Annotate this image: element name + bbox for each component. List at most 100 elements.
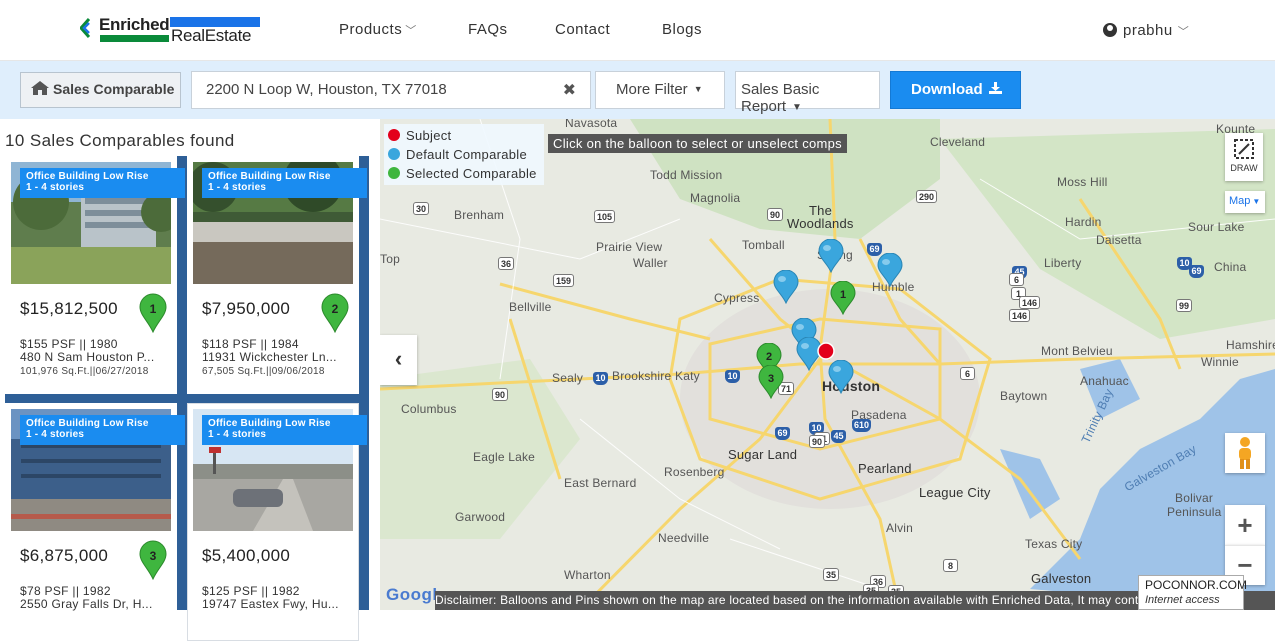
comparable-card[interactable]: Office Building Low Rise 1 - 4 stories $6…	[5, 403, 185, 641]
route-shield: 35	[823, 568, 840, 581]
chevron-down-icon: ﹀	[405, 25, 417, 37]
route-shield: 99	[1176, 299, 1193, 312]
property-address: 480 N Sam Houston P...	[20, 350, 155, 364]
property-type-tag: Office Building Low Rise 1 - 4 stories	[20, 415, 185, 445]
map-label: Prairie View	[596, 240, 663, 254]
property-address: 2550 Gray Falls Dr, H...	[20, 597, 153, 611]
selected-pin-icon[interactable]: 2	[320, 293, 350, 333]
map-legend: Subject Default Comparable Selected Comp…	[384, 124, 544, 185]
route-shield: 105	[594, 210, 616, 223]
close-icon[interactable]: ✖	[563, 80, 576, 100]
map-label: League City	[919, 485, 991, 500]
map-label: Garwood	[455, 510, 506, 524]
report-type-select[interactable]: Sales Basic Report ▼	[735, 71, 880, 115]
legend-default-label: Default Comparable	[406, 147, 528, 162]
route-shield: 10	[593, 372, 608, 385]
sale-price: $7,950,000	[202, 299, 291, 318]
nav-faqs[interactable]: FAQs	[468, 21, 508, 38]
map-label: Pearland	[858, 461, 912, 476]
caret-down-icon: ▼	[1252, 197, 1261, 206]
route-shield: 6	[1009, 273, 1024, 286]
zoom-in-button[interactable]: +	[1225, 505, 1265, 545]
route-shield: 69	[775, 427, 790, 440]
map-label: Cleveland	[930, 135, 986, 149]
map-label: Liberty	[1044, 256, 1082, 270]
selected-pin-icon	[388, 167, 400, 179]
route-shield: 146	[1019, 296, 1041, 309]
nav-products[interactable]: Products ﹀	[339, 21, 417, 38]
selected-pin-icon[interactable]: 3	[138, 540, 168, 580]
comparables-map[interactable]: Navasota Cleveland Todd Mission Moss Hil…	[380, 119, 1275, 610]
default-comparable-pin[interactable]	[877, 253, 903, 287]
route-shield: 69	[1189, 265, 1204, 278]
brand-name-line1: Enriched	[99, 15, 170, 34]
brand-bar-green	[100, 35, 169, 42]
route-shield: 159	[553, 274, 575, 287]
nav-contact-label: Contact	[555, 21, 611, 38]
user-name: prabhu	[1123, 22, 1173, 39]
legend-subject-label: Subject	[406, 128, 452, 143]
map-label: Eagle Lake	[473, 450, 536, 464]
nav-blogs[interactable]: Blogs	[662, 21, 702, 38]
pin-number: 1	[840, 289, 846, 301]
comparable-card[interactable]: Office Building Low Rise 1 - 4 stories $1…	[5, 156, 185, 394]
report-type-value: Sales Basic Report	[741, 81, 820, 115]
address-search-value: 2200 N Loop W, Houston, TX 77018	[206, 81, 447, 98]
map-label: Todd Mission	[650, 168, 723, 182]
user-icon	[1103, 23, 1117, 37]
top-nav: Enriched RealEstate Products ﹀ FAQs Conta…	[0, 0, 1275, 61]
more-filter-dropdown[interactable]: More Filter ▼	[595, 71, 725, 109]
property-address: 11931 Wickchester Ln...	[202, 350, 337, 364]
property-type: Office Building Low Rise	[26, 418, 149, 429]
property-subtype: 1 - 4 stories	[208, 182, 267, 193]
more-filter-label: More Filter	[616, 81, 688, 98]
route-shield: 90	[809, 435, 826, 448]
legend-default: Default Comparable	[388, 145, 540, 164]
map-label: Sour Lake	[1188, 220, 1245, 234]
comparable-card[interactable]: Office Building Low Rise 1 - 4 stories $7…	[187, 156, 367, 394]
brand-logo[interactable]: Enriched RealEstate	[80, 14, 262, 46]
draw-tool-button[interactable]: DRAW	[1225, 133, 1263, 181]
pin-number: 2	[766, 351, 772, 363]
selected-pin-icon[interactable]: 1	[138, 293, 168, 333]
property-type-tag: Office Building Low Rise 1 - 4 stories	[202, 415, 367, 445]
download-button[interactable]: Download	[890, 71, 1021, 109]
map-label: Moss Hill	[1057, 175, 1108, 189]
route-shield: 30	[413, 202, 430, 215]
route-shield: 8	[943, 559, 958, 572]
map-label: China	[1214, 260, 1247, 274]
map-label: Brenham	[454, 208, 505, 222]
subject-marker[interactable]	[817, 342, 835, 360]
map-type-select[interactable]: Map ▼	[1225, 191, 1265, 213]
property-subtype: 1 - 4 stories	[208, 429, 267, 440]
default-comparable-pin[interactable]	[828, 360, 854, 394]
map-label: Peninsula	[1167, 505, 1222, 519]
sales-comparable-button[interactable]: Sales Comparable	[20, 72, 181, 108]
street-view-pegman[interactable]	[1225, 433, 1265, 473]
nav-blogs-label: Blogs	[662, 21, 703, 38]
map-label: Cypress	[714, 291, 760, 305]
sales-comparable-label: Sales Comparable	[53, 81, 175, 97]
chevron-left-icon: ‹	[394, 346, 403, 371]
collapse-panel-button[interactable]: ‹	[380, 335, 417, 385]
sqft-sale-date: 67,505 Sq.Ft.||09/06/2018	[202, 366, 325, 377]
results-panel: 10 Sales Comparables found Office Buildi…	[0, 119, 380, 641]
default-comparable-pin[interactable]	[773, 270, 799, 304]
pin-number: 1	[150, 302, 157, 316]
map-label: Woodlands	[787, 216, 854, 231]
selected-comparable-pin[interactable]: 3	[758, 365, 784, 399]
download-icon	[988, 82, 1002, 94]
sqft-sale-date: 101,976 Sq.Ft.||06/27/2018	[20, 366, 149, 377]
plus-icon: +	[1237, 510, 1253, 540]
map-label: Tomball	[742, 238, 785, 252]
draw-icon	[1234, 139, 1254, 159]
caret-down-icon: ▼	[693, 84, 703, 94]
nav-contact[interactable]: Contact	[555, 21, 610, 38]
address-search-input[interactable]: 2200 N Loop W, Houston, TX 77018 ✖	[191, 71, 591, 109]
comparable-card[interactable]: Office Building Low Rise 1 - 4 stories $5…	[187, 403, 367, 641]
default-comparable-pin[interactable]	[818, 239, 844, 273]
map-label: East Bernard	[564, 476, 637, 490]
selected-comparable-pin[interactable]: 1	[830, 281, 856, 315]
user-menu[interactable]: prabhu ﹀	[1103, 21, 1189, 39]
map-hint: Click on the balloon to select or unsele…	[548, 134, 847, 153]
